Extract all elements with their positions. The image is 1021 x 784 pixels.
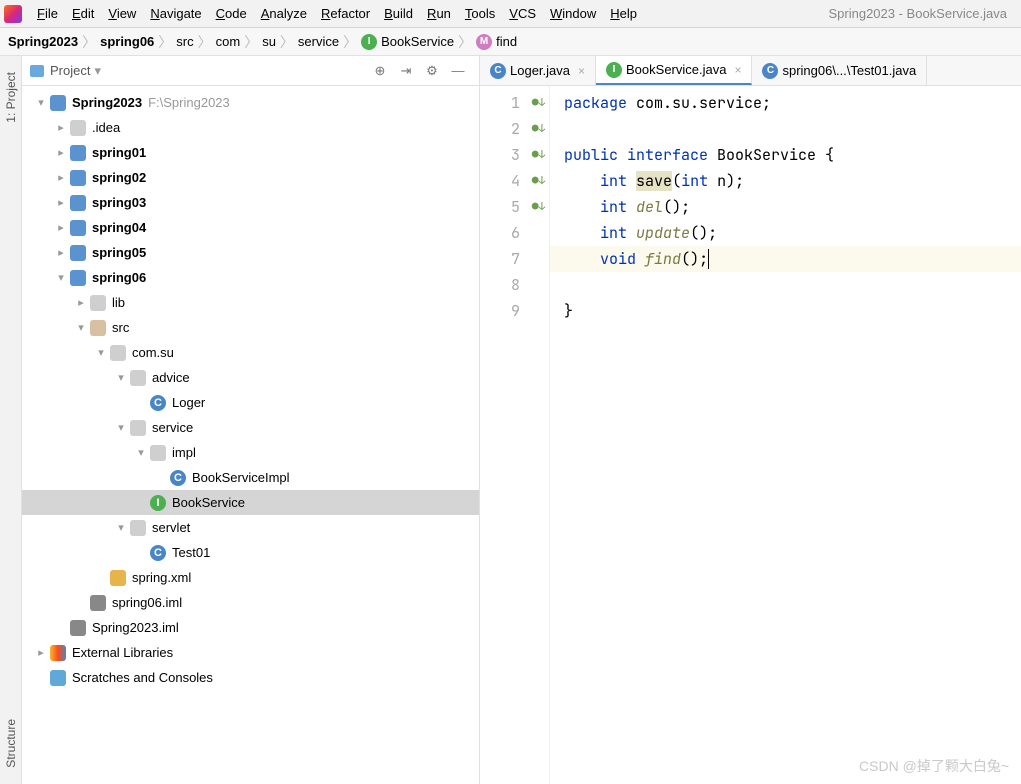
tree-spring03[interactable]: ▸spring03 — [22, 190, 479, 215]
menu-bar: FileEditViewNavigateCodeAnalyzeRefactorB… — [0, 0, 1021, 28]
crumb-service[interactable]: service — [298, 34, 339, 49]
tree-lib[interactable]: ▸lib — [22, 290, 479, 315]
menu-tools[interactable]: Tools — [458, 4, 502, 23]
project-sidebar: Project ▾ ⊕ ⇥ ⚙ — ▾Spring2023F:\Spring20… — [22, 56, 480, 784]
tree-external-libraries[interactable]: ▸External Libraries — [22, 640, 479, 665]
left-tool-gutter: 1: Project Structure — [0, 56, 22, 784]
crumb-com[interactable]: com — [216, 34, 241, 49]
tool-tab-project[interactable]: 1: Project — [2, 66, 20, 129]
app-icon — [4, 5, 22, 23]
tree-scratches-and-consoles[interactable]: Scratches and Consoles — [22, 665, 479, 690]
crumb-find[interactable]: Mfind — [476, 34, 517, 50]
menu-edit[interactable]: Edit — [65, 4, 101, 23]
project-tree[interactable]: ▾Spring2023F:\Spring2023▸.idea▸spring01▸… — [22, 86, 479, 784]
tree-src[interactable]: ▾src — [22, 315, 479, 340]
tree-advice[interactable]: ▾advice — [22, 365, 479, 390]
close-icon[interactable]: × — [578, 64, 585, 78]
hide-icon[interactable]: — — [449, 62, 467, 80]
editor-tabs: CLoger.java×IBookService.java×Cspring06\… — [480, 56, 1021, 86]
menu-refactor[interactable]: Refactor — [314, 4, 377, 23]
tab-loger-java[interactable]: CLoger.java× — [480, 56, 596, 85]
project-icon — [30, 65, 44, 77]
tree-spring06-iml[interactable]: spring06.iml — [22, 590, 479, 615]
code-area[interactable]: package com.su.service; public interface… — [550, 86, 1021, 784]
watermark: CSDN @掉了颗大白兔~ — [859, 756, 1009, 776]
target-icon[interactable]: ⊕ — [371, 62, 389, 80]
sidebar-title: Project — [50, 63, 90, 78]
dropdown-icon[interactable]: ▾ — [94, 63, 101, 79]
gear-icon[interactable]: ⚙ — [423, 62, 441, 80]
crumb-spring2023[interactable]: Spring2023 — [8, 34, 78, 49]
menu-analyze[interactable]: Analyze — [254, 4, 314, 23]
tree-test01[interactable]: CTest01 — [22, 540, 479, 565]
tab-spring06-test01-java[interactable]: Cspring06\...\Test01.java — [752, 56, 927, 85]
window-title: Spring2023 - BookService.java — [829, 6, 1018, 21]
tree-bookserviceimpl[interactable]: CBookServiceImpl — [22, 465, 479, 490]
tree-spring04[interactable]: ▸spring04 — [22, 215, 479, 240]
crumb-bookservice[interactable]: IBookService — [361, 34, 454, 50]
tree-spring02[interactable]: ▸spring02 — [22, 165, 479, 190]
crumb-su[interactable]: su — [262, 34, 276, 49]
menu-build[interactable]: Build — [377, 4, 420, 23]
tree-loger[interactable]: CLoger — [22, 390, 479, 415]
gutter-markers: ●↓●↓●↓●↓●↓ — [528, 86, 550, 784]
tree-spring01[interactable]: ▸spring01 — [22, 140, 479, 165]
tree--idea[interactable]: ▸.idea — [22, 115, 479, 140]
close-icon[interactable]: × — [734, 63, 741, 77]
menu-vcs[interactable]: VCS — [502, 4, 543, 23]
collapse-icon[interactable]: ⇥ — [397, 62, 415, 80]
menu-view[interactable]: View — [101, 4, 143, 23]
line-numbers: 123456789 — [480, 86, 528, 784]
tool-tab-structure[interactable]: Structure — [2, 713, 20, 774]
menu-help[interactable]: Help — [603, 4, 644, 23]
tree-spring-xml[interactable]: spring.xml — [22, 565, 479, 590]
tree-com-su[interactable]: ▾com.su — [22, 340, 479, 365]
tree-service[interactable]: ▾service — [22, 415, 479, 440]
breadcrumb: Spring2023〉spring06〉src〉com〉su〉service〉I… — [0, 28, 1021, 56]
tree-impl[interactable]: ▾impl — [22, 440, 479, 465]
menu-run[interactable]: Run — [420, 4, 458, 23]
tree-spring06[interactable]: ▾spring06 — [22, 265, 479, 290]
tree-bookservice[interactable]: IBookService — [22, 490, 479, 515]
tab-bookservice-java[interactable]: IBookService.java× — [596, 56, 752, 85]
menu-window[interactable]: Window — [543, 4, 603, 23]
menu-code[interactable]: Code — [209, 4, 254, 23]
tree-spring2023-iml[interactable]: Spring2023.iml — [22, 615, 479, 640]
crumb-spring06[interactable]: spring06 — [100, 34, 154, 49]
tree-spring2023[interactable]: ▾Spring2023F:\Spring2023 — [22, 90, 479, 115]
menu-file[interactable]: File — [30, 4, 65, 23]
tree-servlet[interactable]: ▾servlet — [22, 515, 479, 540]
code-editor[interactable]: 123456789 ●↓●↓●↓●↓●↓ package com.su.serv… — [480, 86, 1021, 784]
menu-navigate[interactable]: Navigate — [143, 4, 208, 23]
tree-spring05[interactable]: ▸spring05 — [22, 240, 479, 265]
crumb-src[interactable]: src — [176, 34, 193, 49]
